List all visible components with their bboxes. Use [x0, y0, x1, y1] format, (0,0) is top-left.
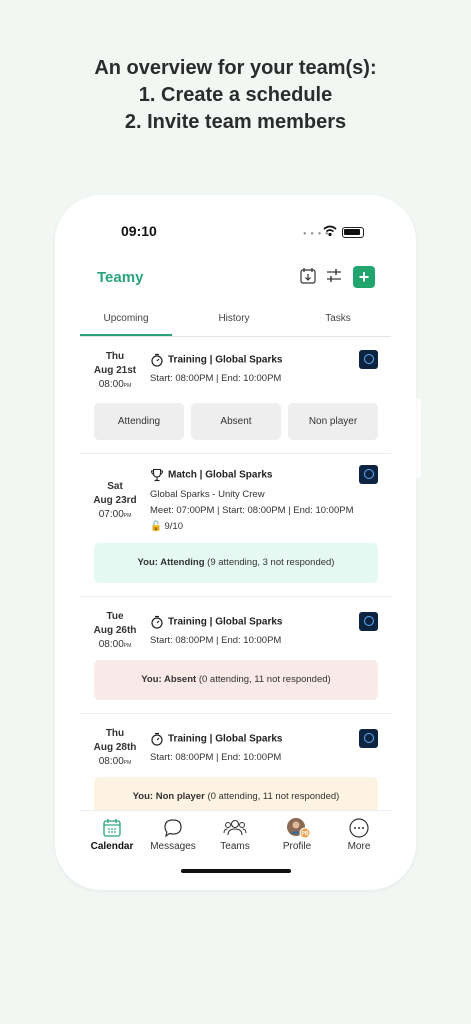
event-attendance-count: 🔓 9/10 — [150, 521, 183, 532]
app-title: Teamy — [97, 269, 144, 286]
event-title: Training | Global Sparks — [150, 615, 283, 629]
event-date: Sat Aug 23rd 07:00PM — [80, 480, 150, 522]
response-status[interactable]: You: Attending (9 attending, 3 not respo… — [94, 543, 378, 583]
team-logo — [359, 729, 378, 748]
event-time: 08:00PM — [98, 379, 132, 390]
absent-button[interactable]: Absent — [191, 403, 281, 440]
event-card[interactable]: Thu Aug 28th 08:00PM Training | Global S… — [80, 714, 391, 810]
event-weekday: Thu — [105, 351, 125, 362]
status-time: 09:10 — [121, 223, 157, 239]
nav-label: More — [347, 841, 371, 852]
event-monthday: Aug 23rd — [93, 495, 137, 506]
event-monthday: Aug 26th — [93, 625, 137, 636]
calendar-icon — [103, 819, 121, 837]
event-opponent: Global Sparks - Unity Crew — [150, 489, 265, 500]
event-weekday: Thu — [105, 728, 125, 739]
stopwatch-icon — [151, 615, 163, 629]
attending-button[interactable]: Attending — [94, 403, 184, 440]
team-logo — [359, 612, 378, 631]
filter-sliders-icon[interactable] — [325, 267, 343, 285]
stopwatch-icon — [151, 353, 163, 367]
event-list: Thu Aug 21st 08:00PM Training | Global S… — [80, 337, 391, 810]
bottom-nav: Calendar Messages Teams PB Profile More — [80, 810, 391, 860]
event-card[interactable]: Thu Aug 21st 08:00PM Training | Global S… — [80, 337, 391, 454]
event-card[interactable]: Sat Aug 23rd 07:00PM Match | Global Spar… — [80, 454, 391, 597]
nav-label: Teams — [220, 841, 250, 852]
tab-tasks[interactable]: Tasks — [292, 313, 384, 336]
battery-icon — [342, 227, 364, 238]
stopwatch-icon — [151, 732, 163, 746]
headline-line-1: An overview for your team(s): — [94, 57, 377, 79]
nav-label: Calendar — [90, 841, 134, 852]
headline-line-3: 2. Invite team members — [124, 111, 347, 133]
nav-profile[interactable]: PB Profile — [267, 817, 327, 852]
tab-upcoming[interactable]: Upcoming — [80, 313, 172, 336]
nav-more[interactable]: More — [329, 817, 389, 852]
event-title: Match | Global Sparks — [150, 468, 273, 482]
headline: An overview for your team(s): 1. Create … — [0, 55, 471, 136]
event-date: Tue Aug 26th 08:00PM — [80, 610, 150, 652]
headline-line-2: 1. Create a schedule — [138, 84, 333, 106]
nav-teams[interactable]: Teams — [205, 817, 265, 852]
add-event-button[interactable]: + — [353, 266, 375, 288]
home-indicator — [181, 869, 291, 873]
event-card[interactable]: Tue Aug 26th 08:00PM Training | Global S… — [80, 597, 391, 714]
wifi-icon — [323, 225, 337, 237]
avatar-icon: PB — [287, 818, 311, 839]
event-date: Thu Aug 28th 08:00PM — [80, 727, 150, 769]
calendar-download-icon[interactable] — [299, 267, 317, 285]
event-title: Training | Global Sparks — [150, 353, 283, 367]
nav-messages[interactable]: Messages — [143, 817, 203, 852]
team-logo — [359, 465, 378, 484]
event-times: Start: 08:00PM | End: 10:00PM — [150, 635, 282, 646]
people-icon — [223, 819, 247, 836]
event-times: Meet: 07:00PM | Start: 08:00PM | End: 10… — [150, 505, 354, 516]
trophy-icon — [150, 468, 164, 482]
unlock-icon: 🔓 — [150, 521, 162, 532]
phone-frame: 09:10 ● ● ● ● Teamy + Upcoming History T… — [55, 195, 416, 890]
status-bar: 09:10 ● ● ● ● — [55, 223, 416, 243]
chat-bubble-icon — [164, 819, 182, 838]
event-times: Start: 08:00PM | End: 10:00PM — [150, 373, 282, 384]
response-status[interactable]: You: Absent (0 attending, 11 not respond… — [94, 660, 378, 700]
event-times: Start: 08:00PM | End: 10:00PM — [150, 752, 282, 763]
nav-label: Messages — [150, 841, 196, 852]
response-status[interactable]: You: Non player (0 attending, 11 not res… — [94, 777, 378, 810]
non-player-button[interactable]: Non player — [288, 403, 378, 440]
profile-badge: PB — [302, 831, 309, 837]
event-date: Thu Aug 21st 08:00PM — [80, 350, 150, 392]
event-weekday: Tue — [106, 611, 124, 622]
event-monthday: Aug 28th — [93, 742, 137, 753]
nav-label: Profile — [282, 841, 312, 852]
nav-calendar[interactable]: Calendar — [82, 817, 142, 852]
event-time: 07:00PM — [98, 509, 132, 520]
more-icon — [349, 818, 369, 838]
event-monthday: Aug 21st — [93, 365, 137, 376]
event-time: 08:00PM — [98, 756, 132, 767]
event-time: 08:00PM — [98, 639, 132, 650]
tab-bar: Upcoming History Tasks — [80, 313, 391, 337]
team-logo — [359, 350, 378, 369]
tab-history[interactable]: History — [188, 313, 280, 336]
event-title: Training | Global Sparks — [150, 732, 283, 746]
event-weekday: Sat — [107, 481, 123, 492]
